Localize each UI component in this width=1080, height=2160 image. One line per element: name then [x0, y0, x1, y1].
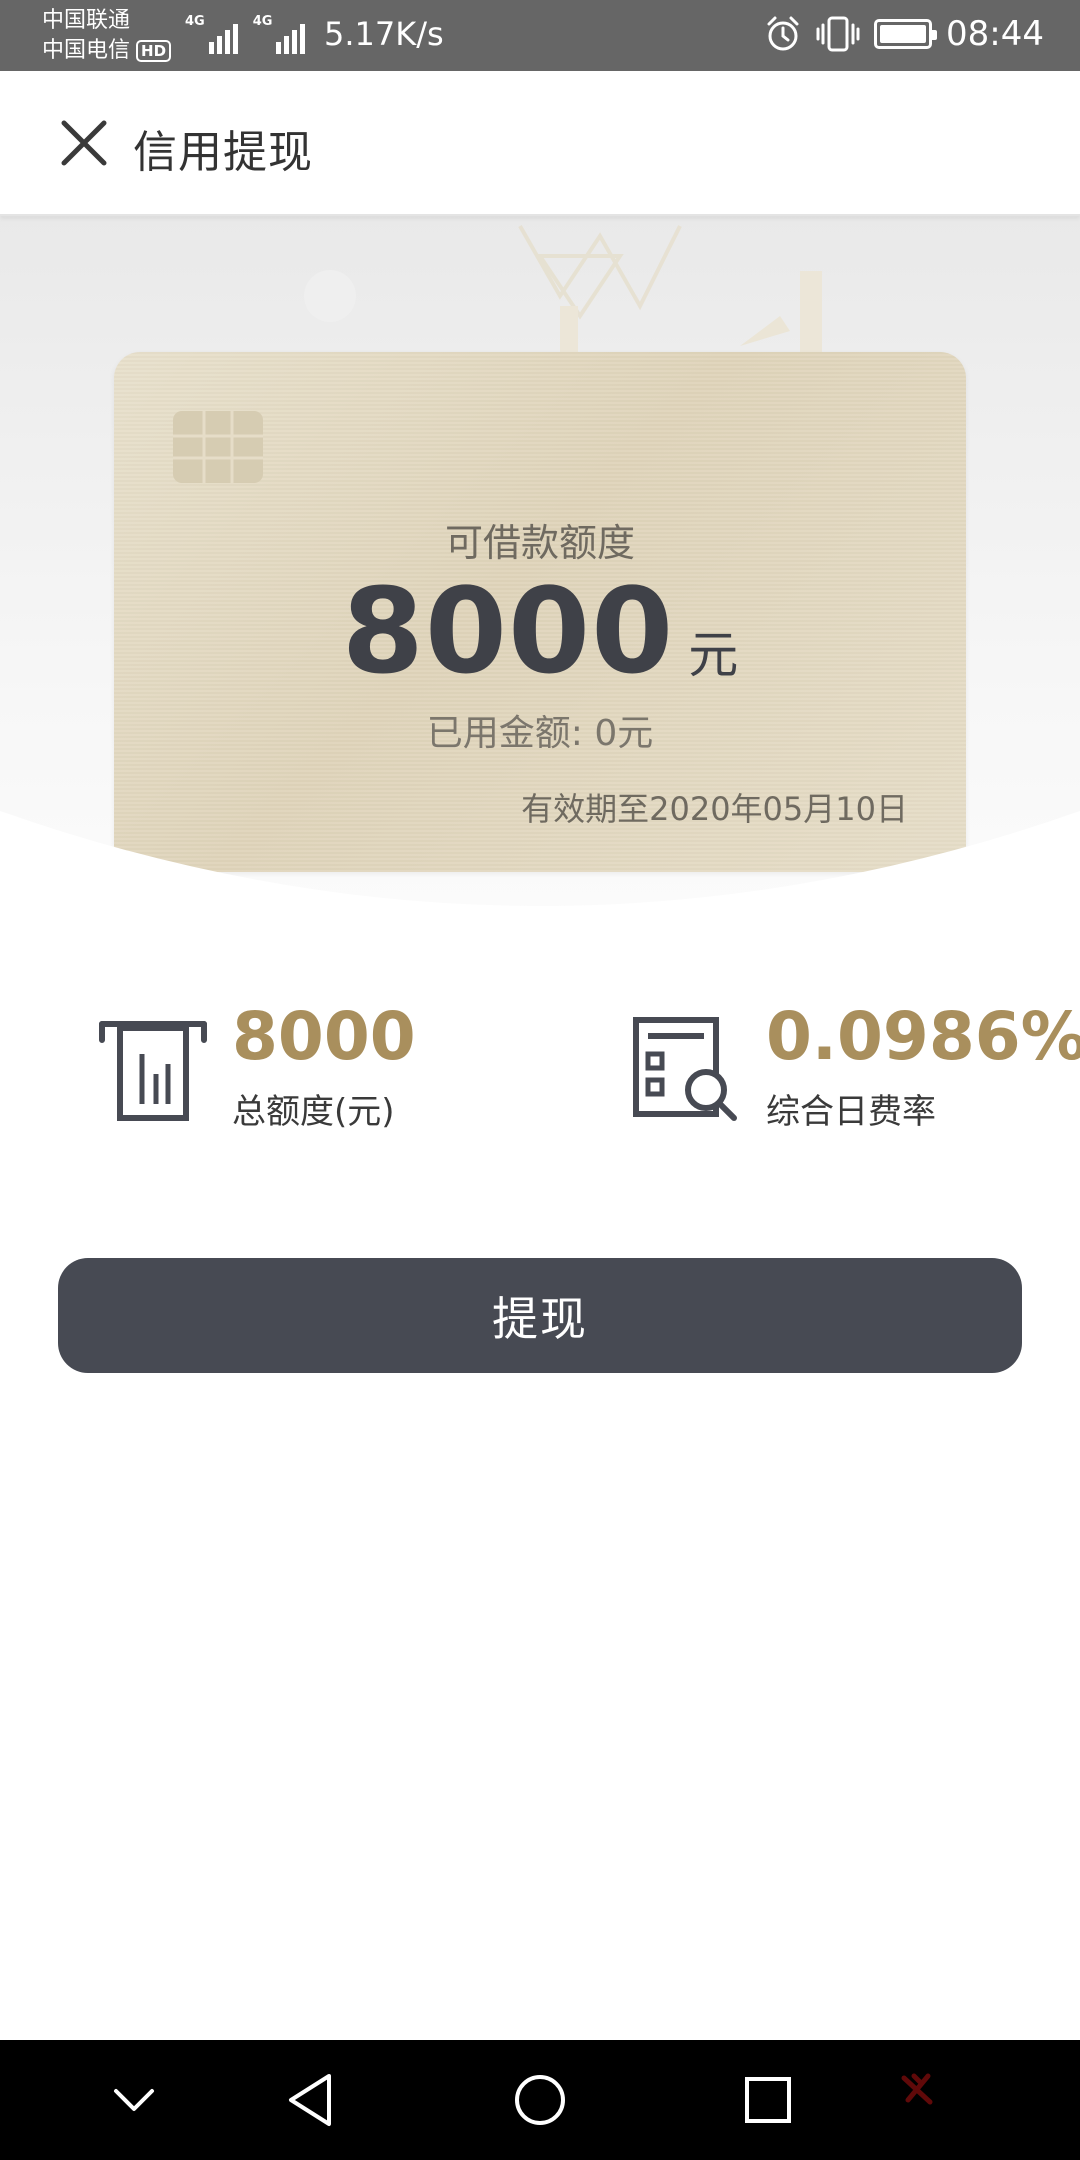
total-credit-value: 8000 [232, 998, 416, 1075]
collapse-icon [114, 2089, 154, 2111]
hero-curve [0, 811, 1080, 906]
calculator-search-icon [633, 1017, 737, 1121]
net-speed: 5.17K/s [324, 15, 444, 53]
credit-hero: 可借款额度 8000 元 已用金额: 0元 有效期至2020年05月10日 [0, 216, 1080, 906]
card-chip-icon [173, 411, 263, 483]
watermark-logo [900, 2072, 934, 2106]
atm-card-icon [99, 1021, 207, 1121]
home-icon [515, 2075, 565, 2125]
carrier-2: 中国电信 [42, 38, 131, 63]
network-type-2: 4G [252, 14, 273, 29]
daily-rate-value: 0.0986% [766, 998, 1080, 1075]
watermark-icon [901, 2073, 933, 2105]
total-credit-label: 总额度(元) [232, 1092, 395, 1132]
used-amount: 已用金额: 0元 [426, 713, 654, 754]
nav-recents-button[interactable] [728, 2040, 808, 2160]
nav-collapse-button[interactable] [94, 2040, 174, 2160]
network-type-1: 4G [185, 14, 205, 29]
withdraw-button[interactable]: 提现 [58, 1258, 1022, 1373]
status-time: 08:44 [946, 14, 1044, 54]
hd-badge: HD [136, 40, 172, 62]
status-icons: 08:44 [764, 14, 1044, 54]
recents-icon [745, 2077, 791, 2123]
signal-icon: 4G [253, 14, 309, 54]
available-credit: 8000 元 [114, 562, 966, 700]
signal-group: 4G 4G [185, 14, 308, 54]
nav-back-button[interactable] [270, 2040, 350, 2160]
signal-icon: 4G [185, 14, 241, 54]
vibrate-icon [816, 16, 860, 52]
currency-unit: 元 [688, 626, 739, 684]
close-icon [61, 120, 107, 166]
page-title: 信用提现 [133, 127, 313, 178]
alarm-icon [767, 16, 799, 51]
back-icon [289, 2074, 331, 2126]
app-header: 信用提现 [0, 71, 1080, 216]
status-bar: 中国联通 中国电信 HD 4G 4G 5.17K/s 08:44 [0, 0, 1080, 71]
close-button[interactable] [52, 111, 116, 175]
available-credit-amount: 8000 [341, 562, 675, 700]
stat-daily-rate: 0.0986% 综合日费率 [632, 1000, 1080, 1133]
daily-rate-label: 综合日费率 [766, 1092, 936, 1132]
available-credit-label: 可借款额度 [444, 521, 635, 565]
battery-icon [874, 19, 938, 49]
carrier-1: 中国联通 [42, 8, 131, 33]
carrier-info: 中国联通 中国电信 HD [42, 6, 172, 66]
stat-total-credit: 8000 总额度(元) [98, 1000, 416, 1133]
nav-home-button[interactable] [500, 2040, 580, 2160]
